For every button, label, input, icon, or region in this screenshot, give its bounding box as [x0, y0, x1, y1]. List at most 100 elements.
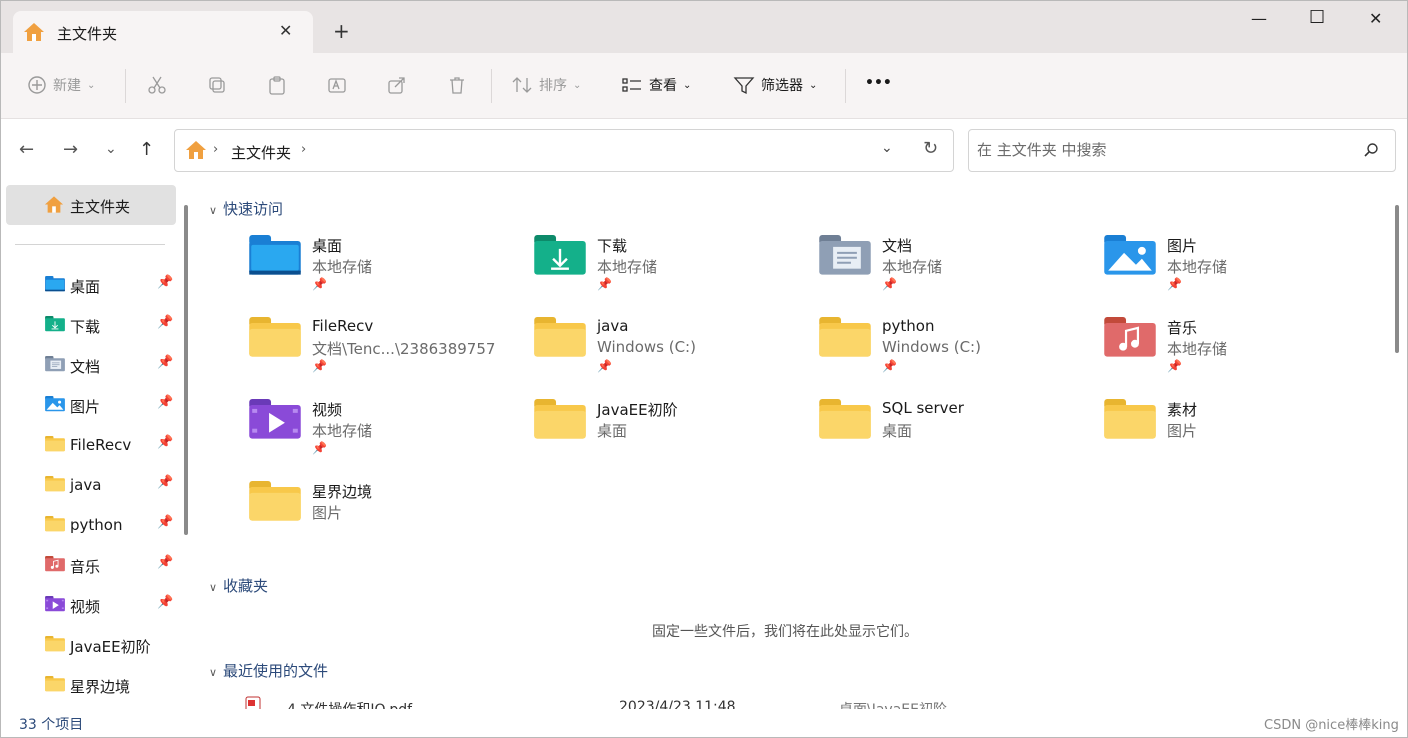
quick-access-item[interactable]: 下载 本地存储 📌: [534, 235, 804, 305]
sidebar-item-label: 视频: [70, 598, 101, 616]
content-pane: ∨ 快速访问 桌面 本地存储 📌 下载 本地存储 📌 文档 本地存储 📌 图片 本…: [197, 185, 1407, 709]
quick-access-item[interactable]: python Windows (C:) 📌: [819, 317, 1089, 387]
rename-icon: [328, 78, 346, 93]
delete-button[interactable]: [447, 75, 467, 95]
new-button[interactable]: 新建 ⌄: [27, 75, 95, 95]
pin-icon: 📌: [157, 475, 174, 490]
item-location: 本地存储: [1167, 258, 1228, 276]
section-quick-access[interactable]: ∨ 快速访问: [209, 198, 283, 219]
refresh-icon[interactable]: ↻: [923, 138, 938, 159]
breadcrumb-chevron-icon[interactable]: ›: [301, 142, 306, 157]
section-recent[interactable]: ∨ 最近使用的文件: [209, 660, 328, 681]
sidebar-item[interactable]: 图片 📌: [1, 387, 177, 423]
quick-access-item[interactable]: 图片 本地存储 📌: [1104, 235, 1374, 305]
explorer-window: 主文件夹 ✕ + — ☐ ✕ 新建 ⌄ 排序 ⌄ 查看 ⌄ 筛选器 ⌄ ••• ← → …: [0, 0, 1408, 738]
forward-arrow-icon[interactable]: →: [63, 139, 78, 160]
item-location: 本地存储: [597, 258, 658, 276]
sidebar-scrollbar[interactable]: [184, 205, 188, 535]
sidebar-item[interactable]: 视频 📌: [1, 587, 177, 623]
sort-button[interactable]: 排序 ⌄: [511, 75, 581, 95]
content-scrollbar[interactable]: [1395, 205, 1399, 353]
rename-button[interactable]: [327, 75, 347, 95]
plus-circle-icon: [28, 76, 46, 94]
music-icon: [1104, 317, 1156, 363]
back-arrow-icon[interactable]: ←: [19, 139, 34, 160]
filter-icon: [733, 77, 755, 95]
view-button[interactable]: 查看 ⌄: [621, 75, 691, 95]
recent-file-name: 4.文件操作和IO.pdf: [287, 699, 412, 709]
folder-icon: [819, 399, 871, 445]
copy-button[interactable]: [207, 75, 227, 95]
pictures-icon: [45, 396, 65, 416]
sidebar-item[interactable]: python 📌: [1, 507, 177, 543]
more-options-button[interactable]: •••: [865, 75, 892, 91]
sidebar-item[interactable]: 桌面 📌: [1, 267, 177, 303]
tab-home[interactable]: 主文件夹 ✕: [13, 11, 313, 53]
sidebar-item[interactable]: 音乐 📌: [1, 547, 177, 583]
chevron-down-icon: ∨: [209, 204, 218, 217]
tab-close-icon[interactable]: ✕: [279, 21, 292, 40]
folder-icon: [249, 481, 301, 527]
sidebar-item-label: 下载: [70, 318, 101, 336]
paste-button[interactable]: [267, 75, 287, 95]
home-icon: [44, 195, 64, 218]
filter-button[interactable]: 筛选器 ⌄: [733, 75, 817, 95]
search-input[interactable]: [977, 141, 1347, 159]
share-button[interactable]: [387, 75, 407, 95]
item-location: Windows (C:): [597, 338, 696, 356]
pin-icon: 📌: [157, 315, 174, 330]
quick-access-item[interactable]: 文档 本地存储 📌: [819, 235, 1089, 305]
sidebar-item[interactable]: 星界边境: [1, 667, 177, 703]
maximize-button[interactable]: ☐: [1309, 7, 1325, 28]
sidebar-item[interactable]: FileRecv 📌: [1, 427, 177, 463]
quick-access-item[interactable]: 视频 本地存储 📌: [249, 399, 519, 469]
quick-access-item[interactable]: JavaEE初阶 桌面: [534, 399, 804, 469]
sidebar-item[interactable]: 文档 📌: [1, 347, 177, 383]
video-icon: [249, 399, 301, 445]
recent-locations-chevron-icon[interactable]: ⌄: [105, 141, 117, 157]
trash-icon: [450, 77, 464, 94]
tab-title: 主文件夹: [57, 25, 118, 43]
search-box[interactable]: [968, 129, 1396, 172]
new-tab-button[interactable]: +: [333, 19, 350, 43]
sidebar-item-home[interactable]: 主文件夹: [6, 185, 176, 225]
quick-access-item[interactable]: FileRecv 文档\Tenc...\2386389757 📌: [249, 317, 519, 387]
pin-icon: 📌: [1167, 277, 1182, 291]
cut-button[interactable]: [147, 75, 167, 95]
quick-access-item[interactable]: 星界边境 图片: [249, 481, 519, 551]
quick-access-item[interactable]: 桌面 本地存储 📌: [249, 235, 519, 305]
item-name: 音乐: [1167, 319, 1198, 337]
navigation-pane: 主文件夹 桌面 📌 下载 📌 文档 📌 图片 📌 FileRecv 📌 java…: [1, 185, 197, 709]
sidebar-item[interactable]: JavaEE初阶: [1, 627, 177, 663]
section-favorites[interactable]: ∨ 收藏夹: [209, 575, 268, 596]
breadcrumb-home[interactable]: 主文件夹: [231, 142, 291, 163]
recent-file-row[interactable]: 4.文件操作和IO.pdf 2023/4/23 11:48 桌面\JavaEE初…: [245, 696, 1005, 709]
item-name: SQL server: [882, 399, 964, 417]
pin-icon: 📌: [312, 277, 327, 291]
title-bar: 主文件夹 ✕ + — ☐ ✕: [1, 1, 1407, 53]
item-location: 本地存储: [312, 258, 373, 276]
quick-access-item[interactable]: java Windows (C:) 📌: [534, 317, 804, 387]
scissors-icon: [148, 76, 166, 94]
view-label: 查看: [649, 78, 677, 94]
minimize-button[interactable]: —: [1251, 9, 1267, 28]
address-bar[interactable]: › 主文件夹 › ⌄ ↻: [174, 129, 954, 172]
pin-icon: 📌: [597, 277, 612, 291]
item-name: 星界边境: [312, 483, 373, 501]
sidebar-item[interactable]: java 📌: [1, 467, 177, 503]
address-dropdown-icon[interactable]: ⌄: [881, 140, 893, 156]
close-window-button[interactable]: ✕: [1369, 9, 1382, 28]
quick-access-item[interactable]: 音乐 本地存储 📌: [1104, 317, 1374, 387]
quick-access-item[interactable]: 素材 图片: [1104, 399, 1374, 469]
up-arrow-icon[interactable]: ↑: [139, 139, 154, 160]
item-location: 本地存储: [882, 258, 943, 276]
recent-file-date: 2023/4/23 11:48: [619, 699, 736, 709]
quick-access-item[interactable]: SQL server 桌面: [819, 399, 1089, 469]
divider: [125, 69, 126, 103]
breadcrumb-chevron-icon[interactable]: ›: [213, 142, 218, 157]
sidebar-item[interactable]: 下载 📌: [1, 307, 177, 343]
folder-icon: [534, 399, 586, 445]
item-location: 本地存储: [312, 422, 373, 440]
section-title: 收藏夹: [223, 577, 269, 595]
search-icon[interactable]: [1363, 142, 1379, 162]
